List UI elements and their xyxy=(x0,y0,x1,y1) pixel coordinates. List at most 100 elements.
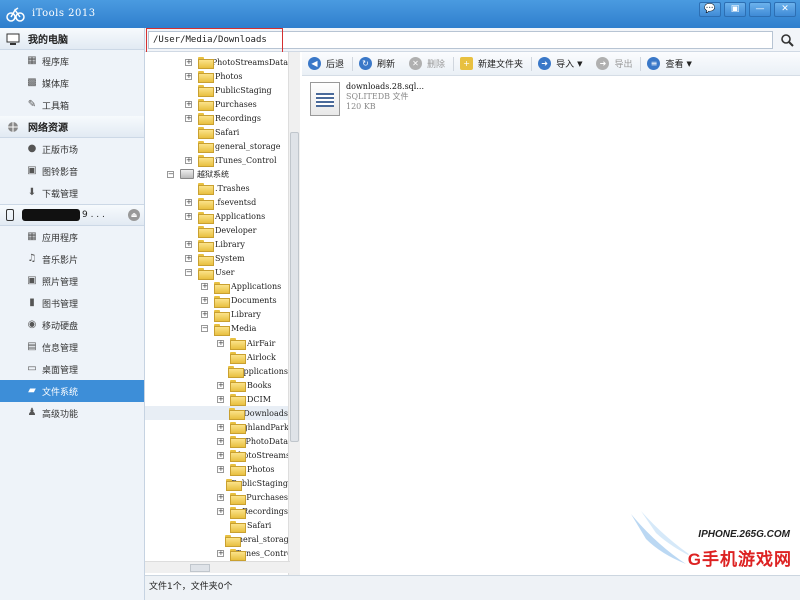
file-list[interactable]: downloads.28.sql... SQLITEDB 文件 120 KB I… xyxy=(302,76,800,575)
file-item[interactable]: downloads.28.sql... SQLITEDB 文件 120 KB xyxy=(310,82,424,116)
expand-icon[interactable]: + xyxy=(185,199,192,206)
tree-node[interactable]: Downloads xyxy=(145,406,288,421)
expand-icon[interactable]: + xyxy=(185,213,192,221)
view-button[interactable]: ≡ 查看 ▼ xyxy=(647,57,692,70)
tree-node[interactable]: Airlock xyxy=(145,350,288,365)
tree-node[interactable]: Applications xyxy=(145,364,288,379)
tree-vertical-scrollbar[interactable] xyxy=(288,52,300,575)
sidebar-item-advanced[interactable]: ♟ 高级功能 xyxy=(0,402,144,424)
tree-node[interactable]: Developer xyxy=(145,224,288,238)
tree-node[interactable]: + Purchases xyxy=(145,97,288,112)
tree-horizontal-scrollbar[interactable] xyxy=(145,561,290,573)
refresh-button[interactable]: ↻ 刷新 xyxy=(359,57,395,70)
new-folder-button[interactable]: + 新建文件夹 xyxy=(460,57,523,70)
expand-icon[interactable]: + xyxy=(217,494,224,502)
feedback-button[interactable]: 💬 xyxy=(699,2,721,17)
tree-node[interactable]: − 越狱系统 xyxy=(145,167,288,181)
collapse-icon[interactable]: − xyxy=(201,325,208,333)
expand-icon[interactable]: + xyxy=(217,381,224,389)
sidebar-item-toolbox[interactable]: ✎ 工具箱 xyxy=(0,94,144,116)
export-button[interactable]: ➜ 导出 xyxy=(596,57,632,70)
tree-node[interactable]: +iTunes_Control xyxy=(145,547,288,561)
tree-node[interactable]: + Recordings xyxy=(145,505,288,519)
tree-node[interactable]: + Purchases xyxy=(145,491,288,505)
collapse-icon[interactable]: − xyxy=(185,269,192,277)
sidebar-item-photos[interactable]: ▣ 照片管理 xyxy=(0,270,144,292)
expand-icon[interactable]: + xyxy=(217,437,224,445)
tree-node[interactable]: + Documents xyxy=(145,294,288,308)
tree-node[interactable]: Safari xyxy=(145,519,288,533)
tree-node[interactable]: PublicStaging xyxy=(145,477,288,491)
tree-node[interactable]: + AirFair xyxy=(145,336,288,350)
expand-icon[interactable]: + xyxy=(217,395,224,403)
section-my-computer[interactable]: 我的电脑 xyxy=(0,28,144,50)
tree-node[interactable]: +iTunes_Control xyxy=(145,153,288,168)
sidebar-item-music[interactable]: ♫ 音乐影片 xyxy=(0,248,144,270)
tree-node[interactable]: + HighlandPark xyxy=(145,420,288,435)
expand-icon[interactable]: + xyxy=(201,283,208,291)
expand-icon[interactable]: + xyxy=(217,550,224,558)
search-icon[interactable] xyxy=(780,33,794,47)
tree-node[interactable]: + Recordings xyxy=(145,111,288,126)
expand-icon[interactable]: + xyxy=(185,58,192,66)
tree-node[interactable]: Safari xyxy=(145,125,288,140)
tree-node[interactable]: + Applications xyxy=(145,280,288,294)
mini-mode-button[interactable]: ▣ xyxy=(724,2,746,17)
tree-node[interactable]: − User xyxy=(145,266,288,280)
expand-icon[interactable]: + xyxy=(217,451,224,459)
scrollbar-thumb[interactable] xyxy=(190,564,210,572)
expand-icon[interactable]: + xyxy=(185,255,192,263)
sidebar-item-app-library[interactable]: ▦ 程序库 xyxy=(0,50,144,72)
eject-icon[interactable]: ⏏ xyxy=(128,209,140,221)
collapse-icon[interactable]: − xyxy=(167,170,174,178)
sidebar-item-filesystem[interactable]: ▰ 文件系统 xyxy=(0,380,144,402)
close-button[interactable]: ✕ xyxy=(774,2,796,17)
sidebar-item-media-library[interactable]: ▩ 媒体库 xyxy=(0,72,144,94)
scrollbar-thumb[interactable] xyxy=(290,132,299,442)
tree-node[interactable]: general_storage xyxy=(145,533,288,547)
minimize-button[interactable]: — xyxy=(749,2,771,17)
sidebar-item-info[interactable]: ▤ 信息管理 xyxy=(0,336,144,358)
sidebar-item-apps[interactable]: ▦ 应用程序 xyxy=(0,226,144,248)
tree-node[interactable]: +PhotoStreamsData xyxy=(145,55,288,69)
expand-icon[interactable]: + xyxy=(217,465,224,473)
expand-icon[interactable]: + xyxy=(217,423,224,431)
tree-node[interactable]: + Library xyxy=(145,238,288,252)
tree-node[interactable]: + Books xyxy=(145,378,288,393)
tree-node[interactable]: .Trashes xyxy=(145,181,288,196)
tree-node[interactable]: + .fseventsd xyxy=(145,196,288,210)
sidebar-item-disk[interactable]: ◉ 移动硬盘 xyxy=(0,314,144,336)
tree-node[interactable]: general_storage xyxy=(145,139,288,154)
tree-node[interactable]: + Library xyxy=(145,308,288,322)
expand-icon[interactable]: + xyxy=(185,241,192,249)
expand-icon[interactable]: + xyxy=(185,72,192,80)
tree-node[interactable]: + Photos xyxy=(145,462,288,477)
section-network[interactable]: 网络资源 xyxy=(0,116,144,138)
import-button[interactable]: ➜ 导入 ▼ xyxy=(538,57,582,70)
tree-node[interactable]: + PhotoData xyxy=(145,434,288,449)
back-button[interactable]: ◀ 后退 xyxy=(308,57,344,70)
tree-node[interactable]: + Applications xyxy=(145,210,288,224)
tree-node[interactable]: + DCIM xyxy=(145,392,288,407)
tree-node[interactable]: + System xyxy=(145,252,288,266)
tree-node[interactable]: PublicStaging xyxy=(145,83,288,98)
tree-node[interactable]: − Media xyxy=(145,322,288,336)
sidebar-item-downloads[interactable]: ⬇ 下载管理 xyxy=(0,182,144,204)
device-header[interactable]: 9 . . . ⏏ xyxy=(0,204,144,226)
expand-icon[interactable]: + xyxy=(201,311,208,319)
sidebar-item-ringtones[interactable]: ▣ 图铃影音 xyxy=(0,160,144,182)
download-icon: ⬇ xyxy=(27,187,37,198)
expand-icon[interactable]: + xyxy=(201,297,208,305)
expand-icon[interactable]: + xyxy=(217,508,224,516)
expand-icon[interactable]: + xyxy=(185,156,192,164)
tree-node[interactable]: + Photos xyxy=(145,69,288,84)
delete-button[interactable]: ✕ 删除 xyxy=(409,57,445,70)
expand-icon[interactable]: + xyxy=(185,100,192,108)
sidebar-item-desktop[interactable]: ▭ 桌面管理 xyxy=(0,358,144,380)
tree-node[interactable]: +PhotoStreamsData xyxy=(145,448,288,463)
sidebar-item-books[interactable]: ▮ 图书管理 xyxy=(0,292,144,314)
expand-icon[interactable]: + xyxy=(217,339,224,347)
expand-icon[interactable]: + xyxy=(185,114,192,122)
folder-tree[interactable]: + PhotoStreamsData + Photos PublicStaging + Pu… xyxy=(145,52,290,575)
sidebar-item-app-store[interactable]: ● 正版市场 xyxy=(0,138,144,160)
